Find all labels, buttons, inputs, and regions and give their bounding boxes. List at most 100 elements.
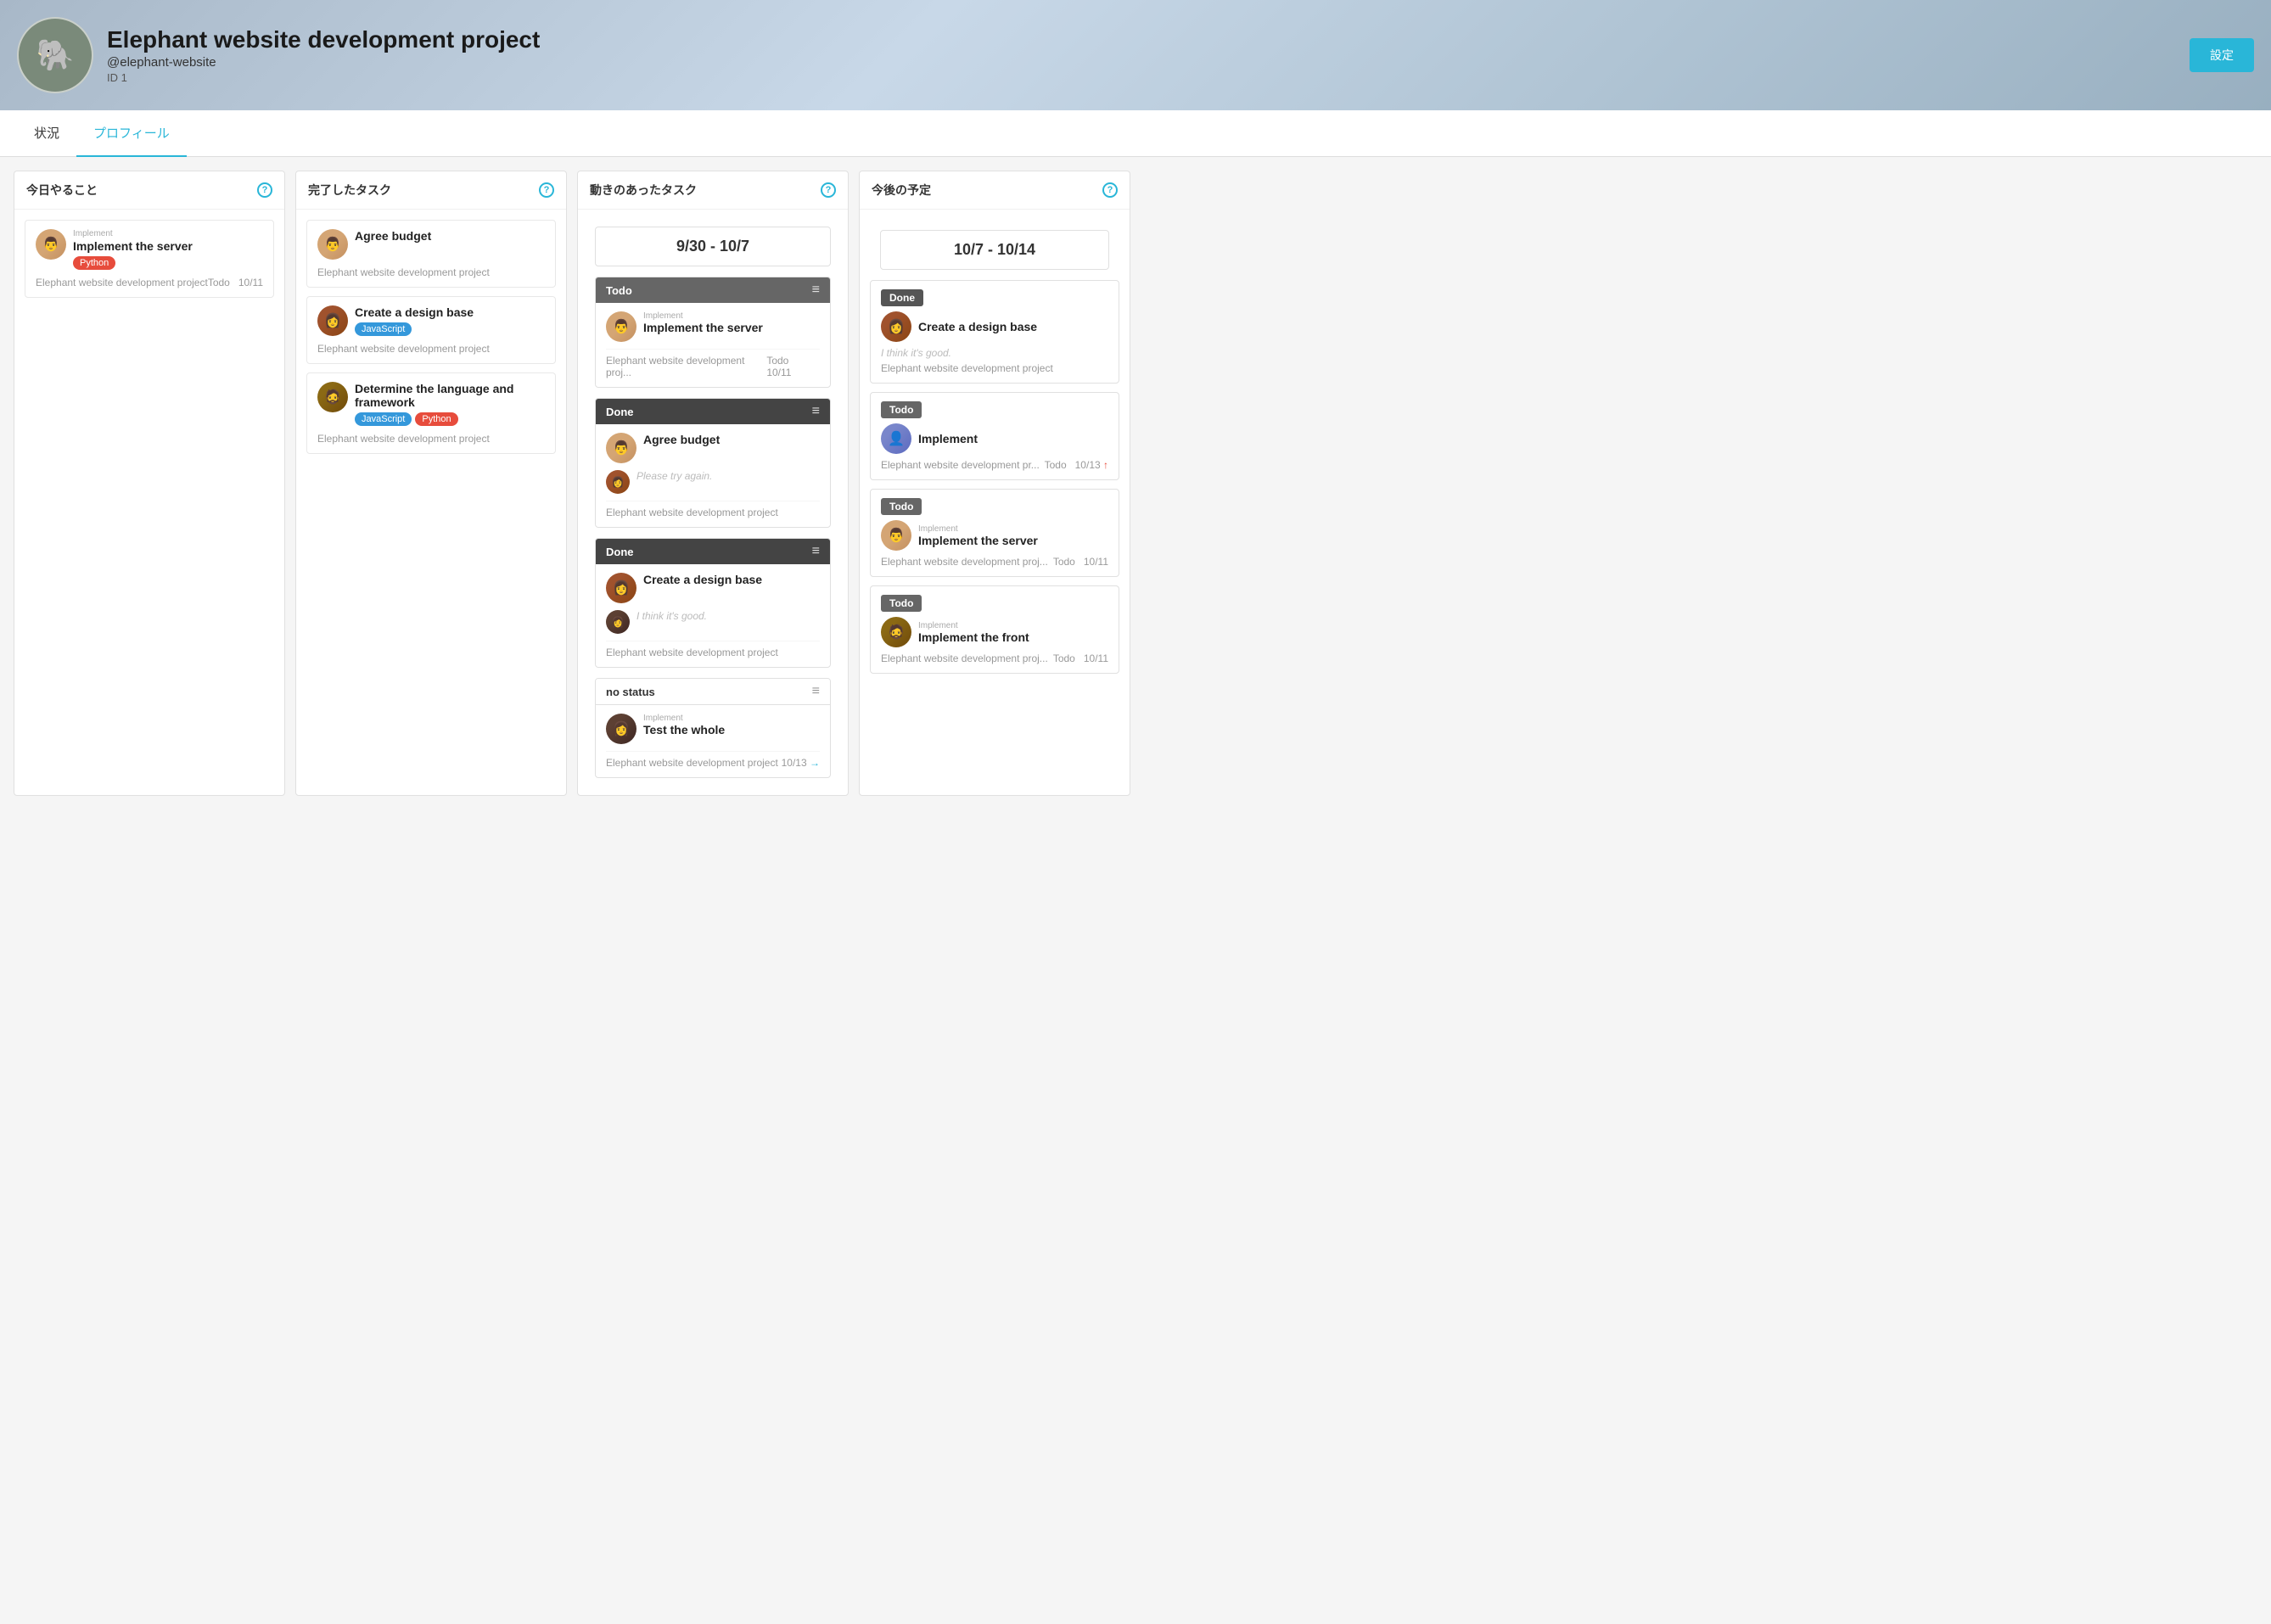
activity-card-body: 👨 Implement Implement the server Elephan… bbox=[596, 303, 830, 387]
menu-icon[interactable]: ≡ bbox=[812, 283, 820, 298]
avatar: 👨 bbox=[317, 229, 348, 260]
task-info: Implement Implement the server bbox=[643, 311, 763, 334]
task-name: Test the whole bbox=[643, 723, 725, 736]
activity-card[interactable]: Done ≡ 👩 Create a design base 👩 I think … bbox=[595, 538, 831, 668]
upcoming-column-header: 今後の予定 ? bbox=[860, 171, 1130, 210]
task-name: Determine the language and framework bbox=[355, 382, 545, 409]
task-card[interactable]: 👩 Create a design base JavaScript Elepha… bbox=[306, 296, 556, 364]
future-task-card[interactable]: Todo 👤 Implement Elephant website develo… bbox=[870, 392, 1119, 480]
completed-column-header: 完了したタスク ? bbox=[296, 171, 566, 210]
future-task-card[interactable]: Todo 🧔 Implement Implement the front Ele… bbox=[870, 585, 1119, 674]
task-tags: Python bbox=[73, 256, 263, 270]
upcoming-date-range: 10/7 - 10/14 bbox=[880, 230, 1109, 270]
comment-row: 👩 Please try again. bbox=[606, 470, 820, 494]
project-username: @elephant-website bbox=[107, 55, 540, 70]
task-footer: Elephant website development project bbox=[317, 266, 545, 278]
tab-status[interactable]: 状況 bbox=[17, 110, 76, 157]
activity-card[interactable]: no status ≡ 👩 Implement Test the whole E… bbox=[595, 678, 831, 778]
badge-todo: Todo bbox=[881, 498, 1108, 520]
task-footer: Elephant website development project Tod… bbox=[36, 277, 263, 288]
task-project: Elephant website development proj... bbox=[881, 652, 1048, 664]
task-name: Create a design base bbox=[355, 305, 545, 319]
task-meta: Todo 10/11 bbox=[1053, 652, 1108, 664]
activity-column-body: 9/30 - 10/7 Todo ≡ 👨 Implement Implement… bbox=[578, 210, 848, 795]
task-info: Create a design base bbox=[643, 573, 762, 586]
activity-task-row: 👨 Agree budget bbox=[606, 433, 820, 463]
task-project: Elephant website development project bbox=[606, 647, 778, 658]
small-avatar: 👩 bbox=[606, 610, 630, 634]
task-footer: Elephant website development project bbox=[317, 343, 545, 355]
task-meta: Todo 10/13 ↑ bbox=[1045, 459, 1108, 471]
task-info: Implement Implement the server bbox=[918, 524, 1038, 547]
future-task-card[interactable]: Todo 👨 Implement Implement the server El… bbox=[870, 489, 1119, 577]
activity-card[interactable]: Done ≡ 👨 Agree budget 👩 Please try again… bbox=[595, 398, 831, 528]
activity-column-title: 動きのあったタスク bbox=[590, 182, 697, 199]
task-category: Implement bbox=[73, 229, 263, 238]
menu-icon[interactable]: ≡ bbox=[812, 684, 820, 699]
avatar: 🧔 bbox=[317, 382, 348, 412]
settings-button[interactable]: 設定 bbox=[2190, 38, 2254, 72]
header-info: Elephant website development project @el… bbox=[107, 26, 540, 84]
task-info: Determine the language and framework Jav… bbox=[355, 382, 545, 426]
task-card[interactable]: 👨 Implement Implement the server Python … bbox=[25, 220, 274, 298]
completed-column: 完了したタスク ? 👨 Agree budget Elephant websit… bbox=[295, 171, 567, 796]
status-badge: Todo bbox=[881, 401, 922, 418]
activity-task-row: 👨 Implement Implement the server bbox=[606, 311, 820, 342]
project-id: ID 1 bbox=[107, 71, 540, 84]
badge-done: Done bbox=[881, 289, 1108, 311]
badge-todo: Todo bbox=[881, 401, 1108, 423]
activity-card-header: Todo ≡ bbox=[596, 277, 830, 303]
future-task-header: 🧔 Implement Implement the front bbox=[881, 617, 1108, 647]
task-card-header: 👨 Implement Implement the server Python bbox=[36, 229, 263, 270]
task-sub: Implement bbox=[918, 621, 1029, 630]
activity-card-body: 👨 Agree budget 👩 Please try again. Eleph… bbox=[596, 424, 830, 527]
today-column-header: 今日やること ? bbox=[14, 171, 284, 210]
task-project: Elephant website development project bbox=[606, 757, 778, 769]
avatar: 👩 bbox=[606, 714, 636, 744]
task-card[interactable]: 👨 Agree budget Elephant website developm… bbox=[306, 220, 556, 288]
status-badge: Todo bbox=[881, 498, 922, 515]
task-name: Agree budget bbox=[643, 433, 720, 446]
menu-icon[interactable]: ≡ bbox=[812, 404, 820, 419]
activity-help-icon[interactable]: ? bbox=[821, 182, 836, 198]
activity-task-row: 👩 Create a design base bbox=[606, 573, 820, 603]
upcoming-help-icon[interactable]: ? bbox=[1102, 182, 1118, 198]
tab-profile[interactable]: プロフィール bbox=[76, 110, 187, 157]
completed-column-body: 👨 Agree budget Elephant website developm… bbox=[296, 210, 566, 473]
task-project: Elephant website development project bbox=[881, 362, 1053, 374]
task-category: Implement bbox=[643, 311, 763, 321]
avatar: 🧔 bbox=[881, 617, 911, 647]
status-label: Done bbox=[606, 546, 634, 558]
tag-python: Python bbox=[415, 412, 457, 426]
avatar: 👨 bbox=[36, 229, 66, 260]
status-label: Done bbox=[606, 406, 634, 418]
menu-icon[interactable]: ≡ bbox=[812, 544, 820, 559]
task-tags: JavaScript Python bbox=[355, 412, 545, 426]
future-task-card[interactable]: Done 👩 Create a design base I think it's… bbox=[870, 280, 1119, 384]
task-project: Elephant website development proj... bbox=[881, 556, 1048, 568]
task-name: Create a design base bbox=[643, 573, 762, 586]
activity-task-row: 👩 Implement Test the whole bbox=[606, 714, 820, 744]
future-footer: Elephant website development pr... Todo … bbox=[881, 459, 1108, 471]
avatar: 🐘 bbox=[17, 17, 93, 93]
activity-date-range: 9/30 - 10/7 bbox=[595, 227, 831, 266]
upcoming-column-title: 今後の予定 bbox=[872, 182, 931, 199]
status-label: Todo bbox=[606, 284, 632, 297]
task-category: Implement bbox=[643, 714, 725, 723]
task-footer: Elephant website development project bbox=[317, 433, 545, 445]
tab-bar: 状況 プロフィール bbox=[0, 110, 2271, 157]
task-info: Implement Test the whole bbox=[643, 714, 725, 736]
future-task-header: 👤 Implement bbox=[881, 423, 1108, 454]
completed-help-icon[interactable]: ? bbox=[539, 182, 554, 198]
task-card-header: 🧔 Determine the language and framework J… bbox=[317, 382, 545, 426]
task-info: Implement Implement the front bbox=[918, 621, 1029, 644]
future-footer: Elephant website development proj... Tod… bbox=[881, 556, 1108, 568]
upcoming-column-body: 10/7 - 10/14 Done 👩 Create a design base… bbox=[860, 210, 1130, 692]
activity-card[interactable]: Todo ≡ 👨 Implement Implement the server … bbox=[595, 277, 831, 388]
small-avatar: 👩 bbox=[606, 470, 630, 494]
task-card[interactable]: 🧔 Determine the language and framework J… bbox=[306, 372, 556, 454]
activity-card-header: Done ≡ bbox=[596, 539, 830, 564]
today-column-title: 今日やること bbox=[26, 182, 98, 199]
header: 🐘 Elephant website development project @… bbox=[0, 0, 2271, 110]
today-help-icon[interactable]: ? bbox=[257, 182, 272, 198]
